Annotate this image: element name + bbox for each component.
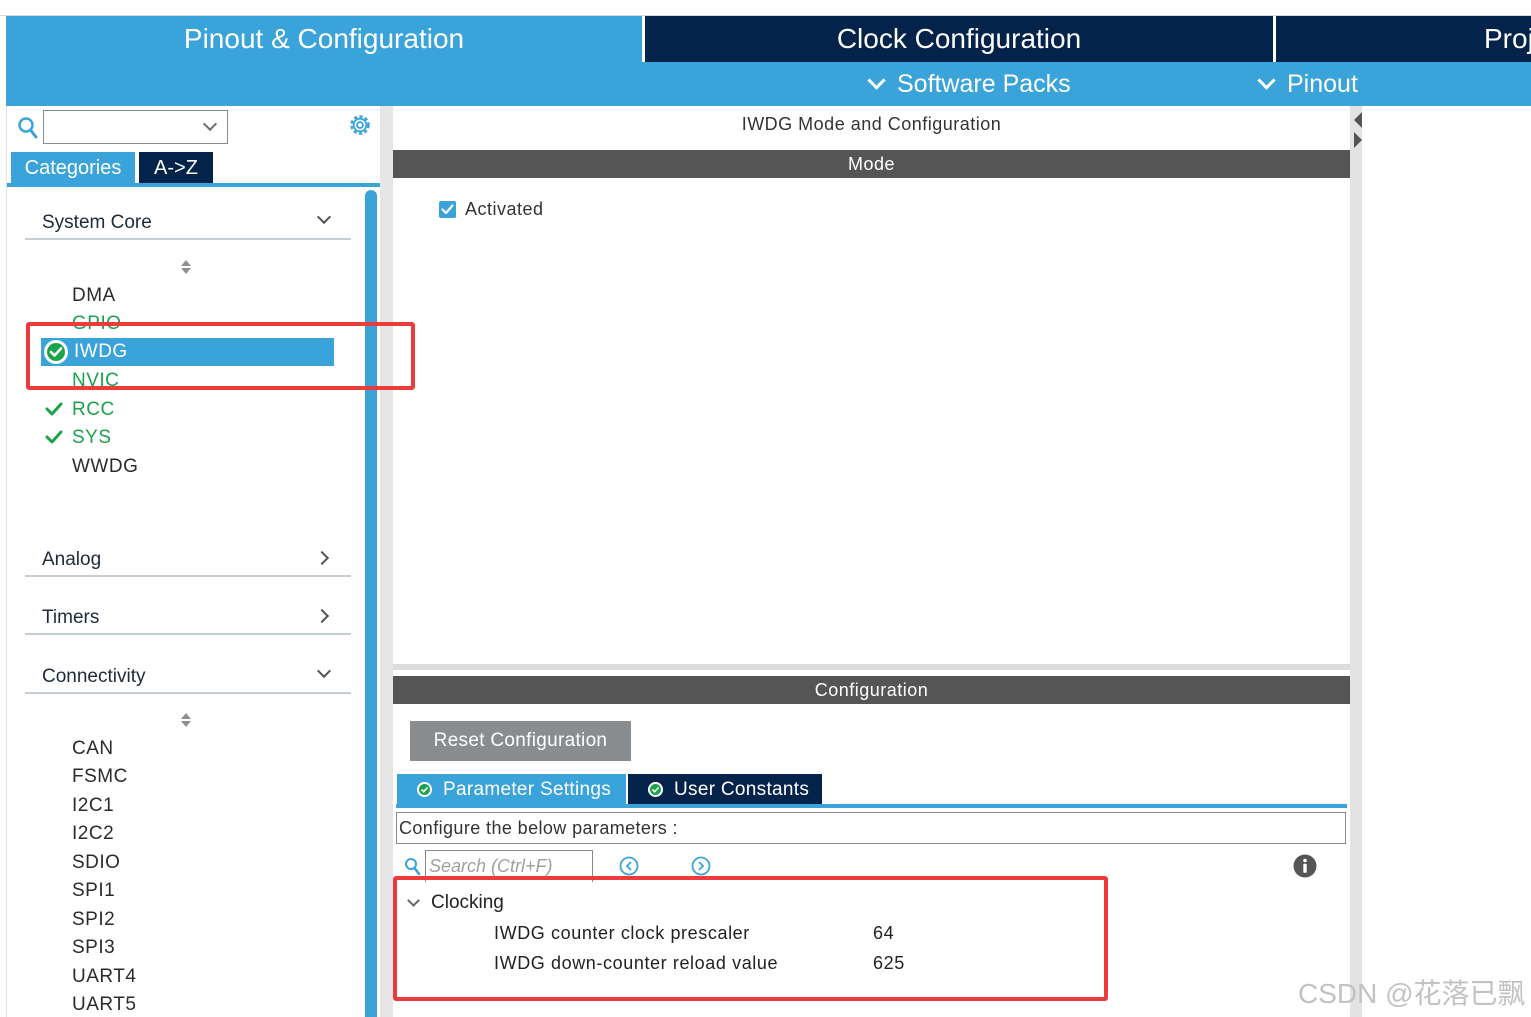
chevron-down-icon <box>316 663 332 679</box>
reset-configuration-button[interactable]: Reset Configuration <box>410 721 631 761</box>
mode-configuration-title: IWDG Mode and Configuration <box>741 114 1002 134</box>
activated-checkbox[interactable] <box>439 201 456 218</box>
tab-underline <box>7 183 381 187</box>
collapse-arrows-icon[interactable] <box>1352 110 1362 150</box>
category-system-core[interactable]: System Core <box>25 204 351 240</box>
peripheral-sdio[interactable]: SDIO <box>72 852 120 874</box>
search-icon[interactable] <box>17 116 39 140</box>
categories-panel: Categories A->Z System Core DMA GPIO IWD… <box>6 106 381 1017</box>
top-strip <box>0 0 1531 16</box>
sort-icon[interactable] <box>181 260 191 276</box>
tab-user-constants-label: User Constants <box>674 778 810 800</box>
info-icon[interactable] <box>1293 854 1317 878</box>
pinout-menu[interactable]: Pinout <box>1257 62 1358 106</box>
software-packs-label: Software Packs <box>897 69 1071 98</box>
search-icon[interactable] <box>404 857 422 877</box>
panel-splitter[interactable] <box>380 106 393 1017</box>
peripheral-spi3[interactable]: SPI3 <box>72 937 115 959</box>
highlight-frame <box>26 322 415 390</box>
check-icon <box>45 402 63 416</box>
peripheral-search-input[interactable] <box>43 110 228 144</box>
category-timers[interactable]: Timers <box>25 599 351 635</box>
activated-label: Activated <box>465 199 544 219</box>
pinout-menu-label: Pinout <box>1287 69 1358 98</box>
gear-icon[interactable] <box>347 112 373 138</box>
category-label: Analog <box>42 549 102 570</box>
tab-parameter-settings[interactable]: Parameter Settings <box>397 774 626 805</box>
search-previous-icon[interactable] <box>619 856 639 876</box>
category-label: System Core <box>42 212 152 233</box>
peripheral-uart4[interactable]: UART4 <box>72 966 136 988</box>
tab-clock-configuration[interactable]: Clock Configuration <box>645 16 1273 62</box>
category-label: Connectivity <box>42 666 146 687</box>
peripheral-i2c2[interactable]: I2C2 <box>72 823 114 845</box>
peripheral-dma[interactable]: DMA <box>72 285 116 307</box>
peripheral-wwdg[interactable]: WWDG <box>72 456 138 478</box>
category-label: Timers <box>42 607 100 628</box>
category-analog[interactable]: Analog <box>25 541 351 577</box>
ok-status-icon <box>648 782 663 797</box>
tab-a-to-z[interactable]: A->Z <box>139 152 213 184</box>
tab-categories[interactable]: Categories <box>11 152 135 184</box>
chevron-down-icon <box>1257 70 1276 90</box>
chevron-down-icon <box>316 209 332 225</box>
chevron-right-icon <box>314 550 330 566</box>
tab-project-manager[interactable]: Proj <box>1276 16 1531 62</box>
ok-status-icon <box>417 782 432 797</box>
search-next-icon[interactable] <box>691 856 711 876</box>
peripheral-spi1[interactable]: SPI1 <box>72 880 115 902</box>
tab-parameter-settings-label: Parameter Settings <box>443 778 612 800</box>
mode-section-header: Mode <box>393 150 1350 178</box>
peripheral-uart5[interactable]: UART5 <box>72 994 136 1016</box>
chevron-down-icon[interactable] <box>202 116 218 132</box>
peripheral-rcc[interactable]: RCC <box>72 399 115 421</box>
stm32cubemx-window: Pinout & Configuration Clock Configurati… <box>0 0 1531 1017</box>
peripheral-i2c1[interactable]: I2C1 <box>72 795 114 817</box>
param-tabs-underline <box>396 804 1347 808</box>
chevron-right-icon <box>314 608 330 624</box>
peripheral-spi2[interactable]: SPI2 <box>72 909 115 931</box>
watermark: CSDN @花落已飘 <box>1298 978 1526 1009</box>
categories-scrollbar[interactable] <box>365 190 377 1017</box>
check-icon <box>45 430 63 444</box>
tab-user-constants[interactable]: User Constants <box>628 774 822 805</box>
configuration-section-header: Configuration <box>393 676 1350 704</box>
sort-icon[interactable] <box>181 713 191 729</box>
config-description: Configure the below parameters : <box>396 812 1346 844</box>
chevron-down-icon <box>867 70 886 90</box>
peripheral-can[interactable]: CAN <box>72 738 114 760</box>
highlight-frame <box>393 876 1108 1001</box>
software-packs-menu[interactable]: Software Packs <box>867 62 1071 106</box>
main-scrollbar[interactable] <box>1350 106 1362 1017</box>
category-connectivity[interactable]: Connectivity <box>25 658 351 694</box>
tab-pinout-configuration[interactable]: Pinout & Configuration <box>6 16 642 62</box>
peripheral-fsmc[interactable]: FSMC <box>72 766 128 788</box>
sub-menu-bar: Software Packs Pinout <box>6 62 1531 106</box>
peripheral-sys[interactable]: SYS <box>72 427 112 449</box>
mode-panel-divider[interactable] <box>393 664 1350 670</box>
